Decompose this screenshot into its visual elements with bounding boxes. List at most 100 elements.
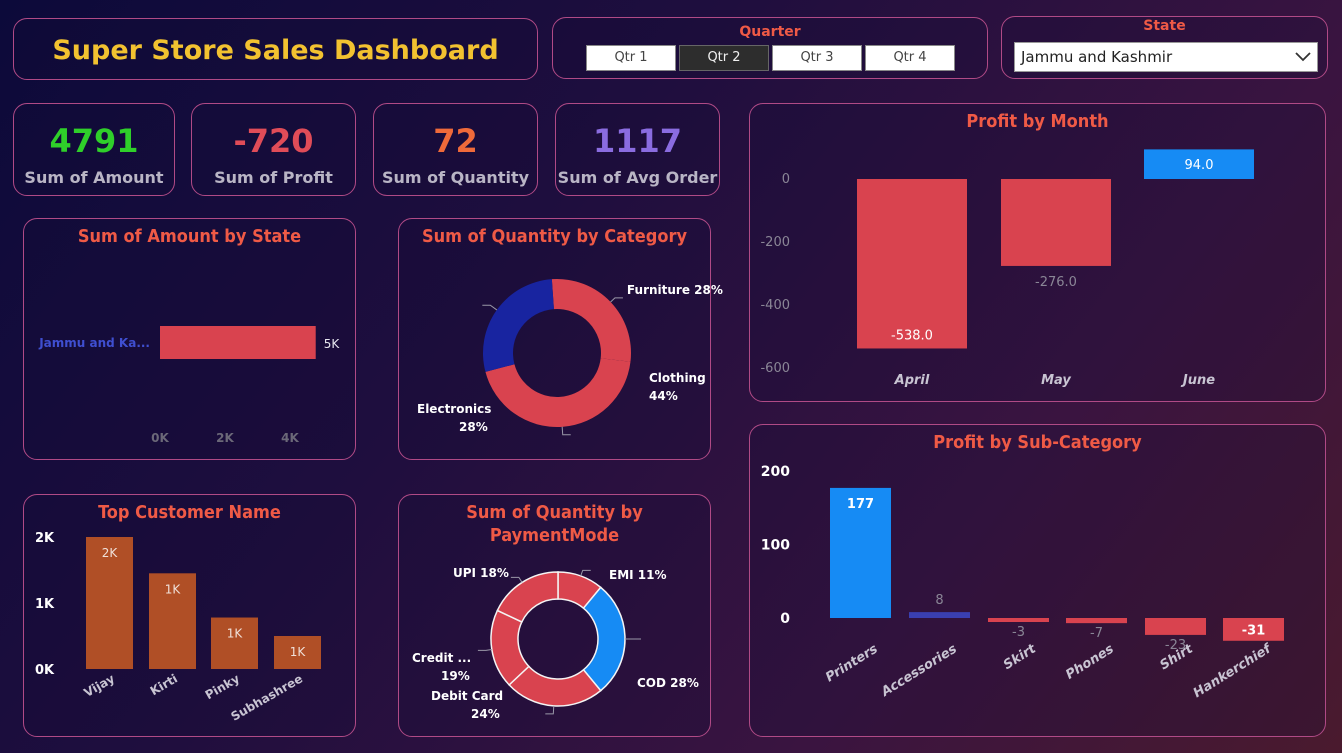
kpi-card-profit: -720 Sum of Profit (191, 103, 356, 196)
data-label: -31 (1242, 623, 1266, 638)
bar-skirt (988, 618, 1049, 622)
y-tick-label: -200 (760, 235, 790, 250)
leader-line (580, 569, 591, 577)
data-label: -7 (1090, 626, 1103, 641)
x-category-label: Subhashree (228, 671, 305, 723)
slice-label-debit-card: Debit Card (431, 689, 503, 703)
data-label: -3 (1012, 625, 1025, 640)
slice-label-electronics: Electronics (417, 402, 491, 416)
amount-by-state-panel: Sum of Amount by State 0K 2K 4K Jammu and K… (23, 218, 356, 460)
data-label: 1K (227, 627, 244, 641)
profit-by-month-panel: Profit by Month 0 -200 -400 -600 -538.0 April… (749, 103, 1326, 402)
y-tick-label: 0 (780, 611, 790, 627)
kpi-quantity-label: Sum of Quantity (381, 168, 530, 187)
y-tick-label: 200 (761, 464, 790, 480)
data-label: 2K (102, 546, 119, 560)
data-label: 5K (324, 337, 341, 351)
data-label: 1K (290, 645, 307, 659)
slice-label-upi: UPI 18% (453, 566, 509, 580)
kpi-amount-value: 4791 (49, 122, 139, 160)
x-category-label: Skirt (1001, 641, 1039, 673)
slice-label-clothing: Clothing (649, 371, 706, 385)
data-label: -538.0 (891, 328, 933, 343)
bar-april (857, 179, 967, 349)
quarter-option-qtr4[interactable]: Qtr 4 (865, 45, 955, 71)
data-label: 1K (165, 582, 182, 596)
slice-furniture (551, 279, 631, 362)
x-category-label: May (1041, 373, 1071, 388)
quarter-option-qtr3[interactable]: Qtr 3 (772, 45, 862, 71)
page-title: Super Store Sales Dashboard (52, 35, 499, 66)
data-label: -276.0 (1035, 275, 1077, 290)
bar-jammu-and-ka (160, 326, 316, 359)
x-category-label: April (894, 373, 930, 388)
slice-clothing (485, 358, 631, 427)
slice-electronics (483, 279, 554, 372)
leader-line (561, 426, 571, 436)
y-category-label: Jammu and Ka... (38, 336, 150, 350)
slice-label-electronics-pct: 28% (459, 420, 488, 434)
x-category-label: Hankerchief (1191, 640, 1276, 701)
leader-line (545, 705, 555, 715)
quarter-option-qtr2[interactable]: Qtr 2 (679, 45, 769, 71)
y-tick-label: 0 (782, 172, 790, 187)
x-category-label: Vijay (82, 671, 118, 700)
slice-label-clothing-pct: 44% (649, 389, 678, 403)
slice-label-emi: EMI 11% (609, 568, 667, 582)
slice-label-furniture: Furniture 28% (627, 283, 723, 297)
kpi-amount-label: Sum of Amount (24, 168, 164, 187)
profit-by-month-chart: 0 -200 -400 -600 -538.0 April -276.0 May 94.0 Jun… (760, 149, 1254, 388)
amount-by-state-chart: 0K 2K 4K Jammu and Ka... 5K (38, 326, 341, 445)
kpi-card-avg-order: 1117 Sum of Avg Order (555, 103, 720, 196)
bar-accessories (909, 612, 970, 618)
kpi-card-amount: 4791 Sum of Amount (13, 103, 175, 196)
y-tick-label: 100 (761, 538, 790, 554)
quantity-by-paymentmode-chart: EMI 11% COD 28% Debit Card 24% Credit ... 19%… (412, 566, 699, 721)
x-tick-label: 2K (216, 431, 234, 445)
bar-pinky (211, 617, 258, 669)
y-tick-label: 0K (35, 663, 55, 678)
slice-cod (582, 586, 626, 692)
data-label: 8 (935, 593, 943, 608)
profit-by-subcategory-panel: Profit by Sub-Category 200 100 0 177 Printer… (749, 424, 1326, 737)
quantity-by-category-panel: Sum of Quantity by Category Furniture 28… (398, 218, 723, 460)
slice-label-cod: COD 28% (637, 676, 699, 690)
top-customer-chart: 0K 1K 2K 2K Vijay 1K Kirti 1K Pinky 1K Subhashree (35, 531, 321, 724)
state-dropdown[interactable]: Jammu and Kashmir (1014, 42, 1318, 72)
y-tick-label: -400 (760, 298, 790, 313)
bar-may (1001, 179, 1111, 266)
x-category-label: Pinky (203, 671, 242, 702)
title-card: Super Store Sales Dashboard (13, 18, 538, 80)
quantity-by-category-chart: Furniture 28% Clothing 44% Electronics 28% (417, 279, 723, 436)
kpi-card-quantity: 72 Sum of Quantity (373, 103, 538, 196)
bar-shirt (1145, 618, 1206, 635)
data-label: 94.0 (1185, 158, 1214, 173)
slice-label-debit-card-pct: 24% (471, 707, 500, 721)
kpi-quantity-value: 72 (433, 122, 478, 160)
y-tick-label: 2K (35, 531, 55, 546)
leader-line (477, 648, 492, 651)
state-dropdown-value: Jammu and Kashmir (1021, 48, 1173, 66)
top-customer-panel: Top Customer Name 0K 1K 2K 2K Vijay 1K Kirti 1K… (23, 494, 356, 737)
kpi-profit-label: Sum of Profit (214, 168, 333, 187)
kpi-profit-value: -720 (233, 122, 314, 160)
x-tick-label: 0K (151, 431, 169, 445)
state-slicer: State Jammu and Kashmir (1001, 16, 1328, 79)
chevron-down-icon (1295, 52, 1311, 62)
x-category-label: Phones (1063, 642, 1117, 683)
x-category-label: Kirti (148, 671, 180, 698)
quantity-by-paymentmode-panel: Sum of Quantity by PaymentMode EMI 11% CO… (398, 494, 711, 737)
quarter-option-qtr1[interactable]: Qtr 1 (586, 45, 676, 71)
profit-by-subcategory-chart: 200 100 0 177 Printers 8 Accessories -3Skirt -7P… (761, 464, 1284, 701)
state-slicer-title: State (1143, 18, 1186, 34)
slice-label-credit: Credit ... (412, 651, 471, 665)
leader-line (510, 576, 523, 583)
kpi-avg-order-value: 1117 (592, 122, 683, 160)
leader-line (610, 297, 623, 303)
x-category-label: June (1180, 373, 1215, 388)
kpi-avg-order-label: Sum of Avg Order (557, 168, 718, 187)
x-tick-label: 4K (281, 431, 299, 445)
y-tick-label: 1K (35, 597, 55, 612)
slice-label-credit-pct: 19% (441, 669, 470, 683)
quarter-slicer: Quarter Qtr 1 Qtr 2 Qtr 3 Qtr 4 (552, 17, 988, 79)
